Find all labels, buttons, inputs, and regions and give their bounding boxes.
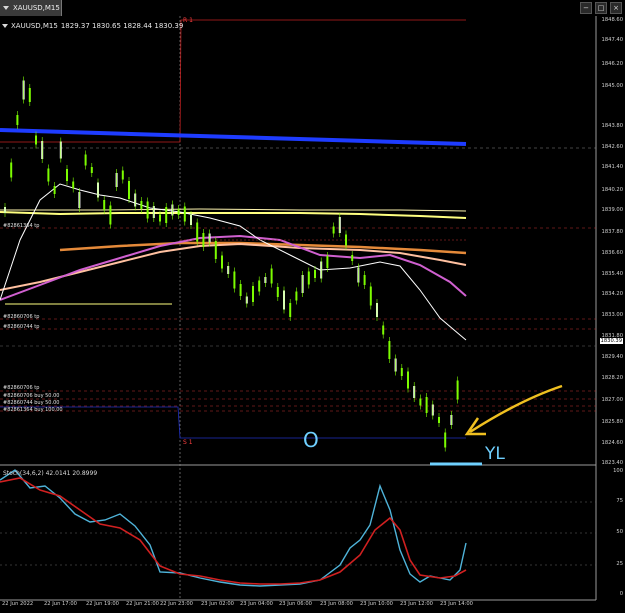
- order-label[interactable]: #82860706 buy 50.00: [3, 393, 59, 399]
- chart-window[interactable]: XAUUSD,M15 XAUUSD,M15 1829.37 1830.65 18…: [0, 0, 625, 613]
- order-label[interactable]: #82860706 tp: [3, 385, 39, 391]
- time-tick-label: 22 Jun 23:00: [160, 601, 193, 607]
- ohlc-bar: XAUUSD,M15 1829.37 1830.65 1828.44 1830.…: [2, 20, 183, 32]
- support-line: [0, 406, 466, 439]
- ohlc-symbol: XAUUSD,M15: [11, 22, 58, 30]
- time-tick-label: 23 Jun 06:00: [279, 601, 312, 607]
- ohlc-values: 1829.37 1830.65 1828.44 1830.39: [60, 22, 184, 30]
- price-tick-label: 1823.40: [601, 460, 623, 466]
- stoch-level-label: 25: [616, 561, 623, 567]
- price-tick-label: 1827.00: [601, 397, 623, 403]
- time-tick-label: 23 Jun 10:00: [360, 601, 393, 607]
- price-tick-label: 1836.60: [601, 250, 623, 256]
- price-tick-label: 1828.20: [601, 375, 623, 381]
- time-tick-label: 23 Jun 14:00: [440, 601, 473, 607]
- order-tp-label[interactable]: #82860706 tp: [3, 314, 39, 320]
- time-tick-label: 23 Jun 12:00: [400, 601, 433, 607]
- price-tick-label: 1833.00: [601, 312, 623, 318]
- symbol-title: XAUUSD,M15: [13, 4, 60, 12]
- menu-triangle-icon[interactable]: [3, 6, 9, 10]
- resistance-line: [0, 19, 466, 143]
- stoch-level-label: 75: [616, 498, 623, 504]
- order-label[interactable]: #82861364 buy 100.00: [3, 407, 63, 413]
- price-tick-label: 1835.40: [601, 271, 623, 277]
- price-tick-label: 1839.00: [601, 207, 623, 213]
- window-controls: − □ ×: [580, 2, 622, 14]
- collapse-triangle-icon: [2, 24, 8, 28]
- price-tick-label: 1834.20: [601, 291, 623, 297]
- order-tp-label[interactable]: #82860744 tp: [3, 324, 39, 330]
- annotation-yl: YL: [485, 444, 505, 464]
- price-tick-label: 1843.80: [601, 123, 623, 129]
- order-tp-label[interactable]: #82861364 tp: [3, 223, 39, 229]
- yellow-ma-thin: [0, 208, 467, 212]
- white-ma: [0, 183, 467, 341]
- arrow-shaft: [469, 384, 563, 434]
- price-tick-label: 1824.60: [601, 440, 623, 446]
- time-tick-label: 23 Jun 02:00: [201, 601, 234, 607]
- price-tick-label: 1841.40: [601, 164, 623, 170]
- price-tick-label: 1825.80: [601, 419, 623, 425]
- time-tick-label: 23 Jun 04:00: [240, 601, 273, 607]
- annotation-o: O: [303, 428, 319, 452]
- stoch-level-label: 0: [619, 591, 623, 597]
- price-tick-label: 1847.40: [601, 37, 623, 43]
- price-tick-label: 1842.60: [601, 144, 623, 150]
- price-tick-label: 1845.00: [601, 83, 623, 89]
- price-tick-label: 1829.40: [601, 354, 623, 360]
- order-label[interactable]: #82860744 buy 50.00: [3, 400, 59, 406]
- current-price-label: 1830.39: [599, 338, 623, 344]
- minimize-button[interactable]: −: [580, 2, 592, 14]
- stoch-signal-line: [0, 477, 467, 585]
- time-tick-label: 23 Jun 08:00: [320, 601, 353, 607]
- price-tick-label: 1837.80: [601, 229, 623, 235]
- price-tick-label: 1840.20: [601, 187, 623, 193]
- time-tick-label: 22 Jun 21:00: [126, 601, 159, 607]
- price-tick-label: 1846.20: [601, 61, 623, 67]
- chart-title[interactable]: XAUUSD,M15: [0, 0, 62, 16]
- stoch-title: Stoch(34,6,2) 42.0141 20.8999: [3, 470, 98, 477]
- magenta-ma: [0, 234, 467, 301]
- arrow-head: [464, 417, 486, 436]
- s1-marker: S 1: [183, 439, 193, 446]
- time-tick-label: 22 Jun 2022: [2, 601, 34, 607]
- yellow-ma: [0, 211, 467, 219]
- stoch-level-label: 100: [613, 468, 623, 474]
- stoch-main-line: [0, 469, 467, 587]
- time-tick-label: 22 Jun 17:00: [44, 601, 77, 607]
- orange-ma: [59, 241, 467, 255]
- stoch-level-label: 50: [616, 529, 623, 535]
- r1-marker: R 1: [183, 17, 193, 24]
- salmon-ma: [0, 242, 467, 291]
- time-tick-label: 22 Jun 19:00: [86, 601, 119, 607]
- price-tick-label: 1848.60: [601, 17, 623, 23]
- chart-canvas[interactable]: [0, 0, 625, 613]
- maximize-button[interactable]: □: [595, 2, 607, 14]
- close-button[interactable]: ×: [610, 2, 622, 14]
